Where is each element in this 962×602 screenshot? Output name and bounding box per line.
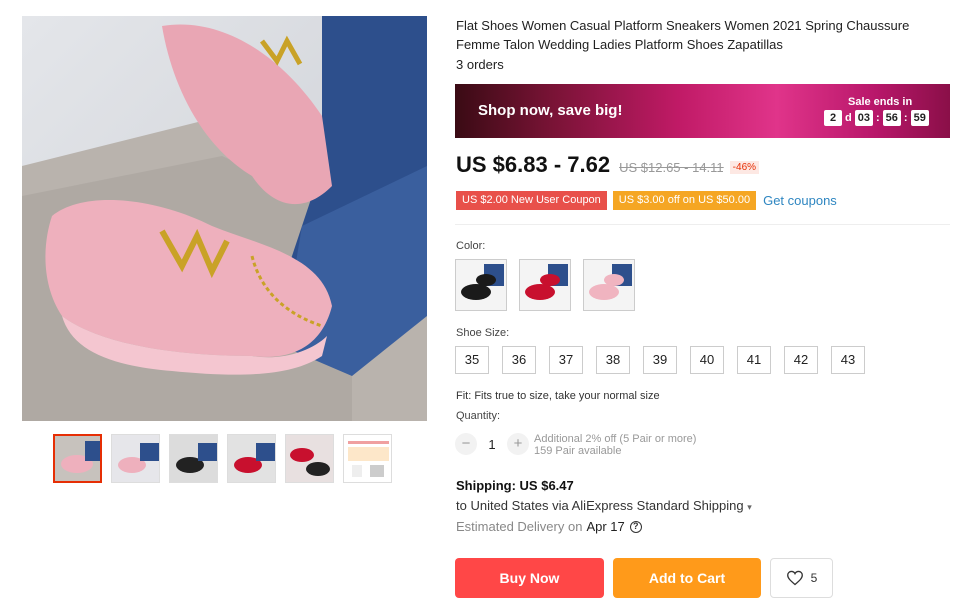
bulk-discount-note: Additional 2% off (5 Pair or more) [534,433,697,445]
product-title: Flat Shoes Women Casual Platform Sneaker… [456,18,910,52]
get-coupons-link[interactable]: Get coupons [763,193,837,208]
discount-badge: -46% [729,161,760,174]
size-option[interactable]: 37 [549,346,583,374]
countdown-separator: : [875,112,880,124]
thumbnail-3[interactable] [169,434,218,483]
shipping-method[interactable]: to United States via AliExpress Standard… [456,498,752,513]
add-to-cart-button[interactable]: Add to Cart [613,558,761,598]
banner-text: Shop now, save big! [478,102,623,119]
size-option[interactable]: 39 [643,346,677,374]
chevron-down-icon: ▾ [747,502,752,512]
size-options: 35 36 37 38 39 40 41 42 43 [455,346,865,374]
thumbnail-2[interactable] [111,434,160,483]
original-price: US $12.65 - 14.11 [619,160,724,175]
wishlist-count: 5 [810,571,818,585]
thumbnail-4[interactable] [227,434,276,483]
thumbnail-6-size-chart[interactable] [343,434,392,483]
size-label: Shoe Size: [456,327,510,339]
color-option-black[interactable] [455,259,507,311]
help-icon[interactable]: ? [629,520,642,533]
stock-available: 159 Pair available [534,445,622,457]
quantity-plus-button[interactable]: + [507,433,529,455]
countdown-minutes: 56 [882,110,901,126]
delivery-label: Estimated Delivery on [456,519,583,534]
buy-now-button[interactable]: Buy Now [455,558,604,598]
divider [455,224,950,225]
heart-icon [786,570,803,586]
thumbnail-5[interactable] [285,434,334,483]
color-option-red[interactable] [519,259,571,311]
coupon-row: US $2.00 New User Coupon US $3.00 off on… [456,191,837,210]
size-option[interactable]: 41 [737,346,771,374]
sale-banner[interactable]: Shop now, save big! Sale ends in 2 d 03 … [455,84,950,138]
color-label: Color: [456,240,486,252]
sale-countdown: 2 d 03 : 56 : 59 [824,110,929,126]
shipping-method-text: to United States via AliExpress Standard… [456,498,744,513]
size-option[interactable]: 36 [502,346,536,374]
estimated-delivery: Estimated Delivery on Apr 17 ? [456,519,642,534]
countdown-days: 2 [824,110,842,126]
order-count: 3 orders [456,57,504,72]
main-product-image[interactable] [22,16,427,421]
countdown-hours: 03 [854,110,873,126]
quantity-minus-button[interactable]: − [455,433,477,455]
size-option[interactable]: 35 [455,346,489,374]
color-options [455,259,635,311]
countdown-days-unit: d [845,112,852,124]
countdown-seconds: 59 [910,110,929,126]
color-option-pink[interactable] [583,259,635,311]
wishlist-button[interactable]: 5 [770,558,833,598]
thumbnail-1[interactable] [53,434,102,483]
price-row: US $6.83 - 7.62 US $12.65 - 14.11 -46% [456,152,760,178]
quantity-info: Additional 2% off (5 Pair or more) 159 P… [534,433,696,457]
size-option[interactable]: 40 [690,346,724,374]
size-option[interactable]: 42 [784,346,818,374]
thumbnail-strip [53,434,392,483]
new-user-coupon[interactable]: US $2.00 New User Coupon [456,191,607,210]
quantity-input[interactable]: 1 [477,437,507,452]
delivery-date: Apr 17 [586,519,625,534]
sale-ends-label: Sale ends in [848,96,913,108]
fit-note: Fit: Fits true to size, take your normal… [456,390,660,402]
quantity-stepper: − 1 + [455,433,529,455]
shipping-cost: Shipping: US $6.47 [456,478,574,493]
store-coupon[interactable]: US $3.00 off on US $50.00 [612,191,757,210]
size-option[interactable]: 38 [596,346,630,374]
countdown-separator: : [903,112,908,124]
size-option[interactable]: 43 [831,346,865,374]
product-photo [22,16,427,421]
current-price: US $6.83 - 7.62 [456,152,611,177]
quantity-label: Quantity: [456,410,501,422]
